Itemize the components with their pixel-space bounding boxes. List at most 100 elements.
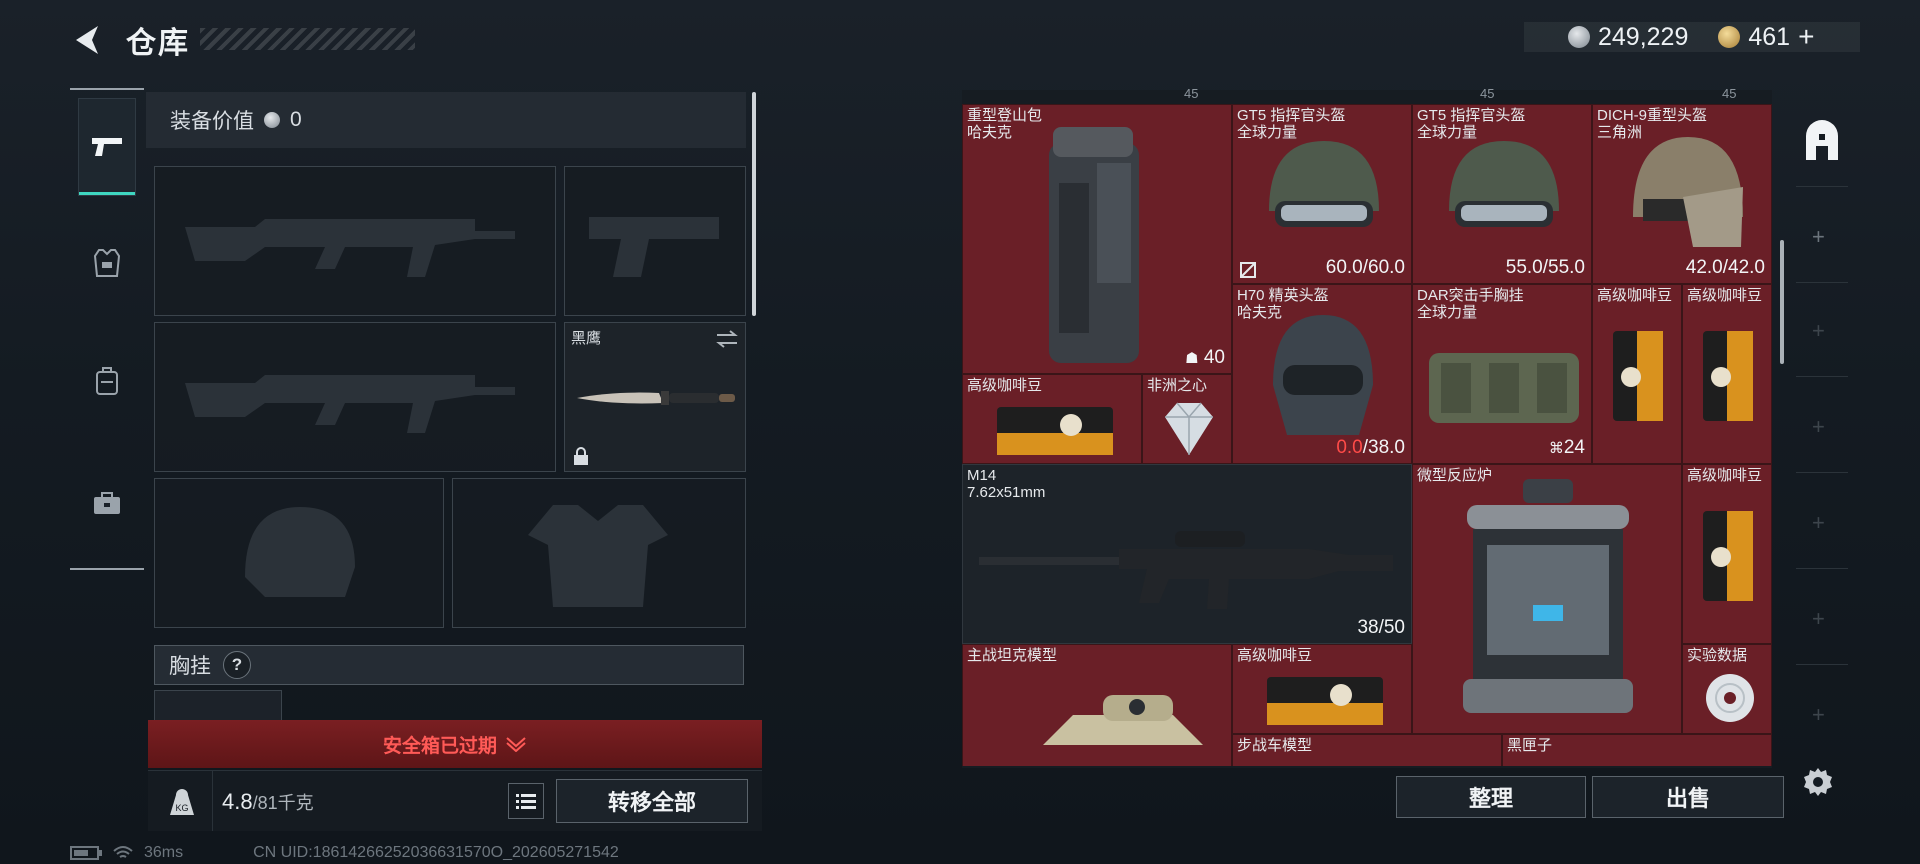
item-cell[interactable]: 高级咖啡豆	[1232, 644, 1412, 734]
helmet-silhouette-icon	[245, 507, 355, 597]
weight-current: 4.8	[222, 789, 253, 814]
page-title: 仓库	[126, 27, 190, 60]
ping-value: 36ms	[144, 844, 184, 861]
item-cell[interactable]: 重型登山包 哈夫克 ☗ 40	[962, 104, 1232, 374]
wifi-icon	[113, 846, 133, 858]
equipment-value-header: 装备价值 0	[146, 92, 746, 148]
battery-icon	[70, 846, 102, 860]
chest-rig-slot[interactable]	[154, 690, 282, 722]
disc-icon	[1706, 674, 1754, 722]
add-currency-button[interactable]: +	[1798, 21, 1814, 53]
tab-equipment[interactable]	[80, 236, 134, 290]
silver-coin-icon	[1568, 26, 1590, 48]
sell-button[interactable]: 出售	[1592, 776, 1784, 818]
inventory-footer: KG 4.8/81千克 转移全部	[148, 770, 762, 831]
reactor-icon	[1463, 479, 1633, 713]
item-cell[interactable]: 黑匣子	[1502, 734, 1772, 766]
lock-icon	[574, 447, 588, 465]
add-page-button[interactable]: +	[1812, 510, 1825, 536]
storage-home-icon[interactable]	[1800, 120, 1844, 164]
silver-amount: 249,229	[1598, 22, 1689, 51]
item-cell[interactable]: 高级咖啡豆	[962, 374, 1142, 464]
item-cell[interactable]: GT5 指挥官头盔 全球力量 55.0/55.0	[1412, 104, 1592, 284]
item-cell[interactable]: 微型反应炉	[1412, 464, 1682, 734]
equipment-value-amount: 0	[290, 108, 302, 131]
item-cell[interactable]: 实验数据	[1682, 644, 1772, 734]
item-cell[interactable]: DICH-9重型头盔 三角洲 42.0/42.0	[1592, 104, 1772, 284]
item-cell[interactable]: 高级咖啡豆	[1592, 284, 1682, 464]
helmet-item-icon	[1633, 137, 1743, 247]
no-repair-icon	[1240, 262, 1256, 278]
item-cell[interactable]: 高级咖啡豆	[1682, 464, 1772, 644]
storage-top-counts: 45 45 45	[1184, 86, 1737, 101]
helmet-slot[interactable]	[154, 478, 444, 628]
item-cell[interactable]: 非洲之心	[1142, 374, 1232, 464]
svg-text:KG: KG	[175, 803, 188, 813]
secondary-weapon-slot[interactable]	[154, 322, 556, 472]
tab-items[interactable]	[80, 476, 134, 530]
list-view-button[interactable]	[508, 783, 544, 819]
chest-rig-label: 胸挂	[169, 655, 211, 678]
weight-icon: KG	[170, 789, 194, 815]
item-cell[interactable]: GT5 指挥官头盔 全球力量 60.0/60.0	[1232, 104, 1412, 284]
title-decoration	[200, 28, 415, 50]
rifle-silhouette-icon	[185, 375, 515, 433]
status-bar: 36ms CN UID:18614266252036631570O_202605…	[70, 844, 619, 862]
melee-name: 黑鹰	[571, 330, 602, 347]
add-page-button[interactable]: +	[1812, 414, 1825, 440]
pistol-silhouette-icon	[589, 217, 719, 277]
back-arrow-icon[interactable]	[70, 22, 106, 58]
sort-button[interactable]: 整理	[1396, 776, 1586, 818]
storage-page-rail: + + + + + +	[1790, 96, 1854, 766]
coffee-bag-icon	[1703, 511, 1753, 601]
item-cell[interactable]: H70 精英头盔 哈夫克 0.0/38.0	[1232, 284, 1412, 464]
primary-weapon-slot[interactable]	[154, 166, 556, 316]
weight-max: /81千克	[252, 793, 314, 813]
tank-model-icon	[1043, 695, 1203, 745]
tab-weapons[interactable]	[78, 98, 136, 196]
category-tab-rail	[70, 88, 144, 570]
armor-slot[interactable]	[452, 478, 746, 628]
item-cell[interactable]: M14 7.62x51mm 38/50	[962, 464, 1412, 644]
melee-slot[interactable]: 黑鹰	[564, 322, 746, 472]
chevron-down-icon	[506, 737, 526, 752]
item-cell[interactable]: 高级咖啡豆	[1682, 284, 1772, 464]
backpack-item-icon	[1049, 127, 1139, 363]
gold-coin-icon	[1718, 26, 1741, 48]
diamond-icon	[1165, 402, 1213, 455]
knife-icon	[577, 391, 735, 405]
helmet-item-icon	[1273, 315, 1373, 435]
rifle-silhouette-icon	[185, 219, 515, 277]
safebox-label: 安全箱已过期	[382, 735, 497, 757]
chest-rig-item-icon	[1429, 353, 1579, 423]
tab-containers[interactable]	[80, 354, 134, 408]
add-page-button[interactable]: +	[1812, 224, 1825, 250]
transfer-all-button[interactable]: 转移全部	[556, 779, 748, 823]
coffee-bag-icon	[997, 407, 1113, 455]
item-cell[interactable]: 步战车模型	[1232, 734, 1502, 766]
helmet-item-icon	[1269, 141, 1379, 227]
add-page-button[interactable]: +	[1812, 318, 1825, 344]
swap-icon[interactable]	[715, 329, 739, 349]
add-page-button[interactable]: +	[1812, 702, 1825, 728]
chest-rig-section: 胸挂 ?	[154, 645, 744, 685]
item-cell[interactable]: DAR突击手胸挂 全球力量 ⌘24	[1412, 284, 1592, 464]
weight-readout: 4.8/81千克	[222, 789, 314, 815]
toolbox-icon	[94, 492, 120, 514]
safebox-expired-banner[interactable]: 安全箱已过期	[148, 720, 762, 768]
gold-amount: 461	[1748, 22, 1791, 51]
add-page-button[interactable]: +	[1812, 606, 1825, 632]
backpack-icon	[96, 367, 118, 395]
uid-text: CN UID:18614266252036631570O_20260527154…	[253, 844, 619, 861]
coffee-bag-icon	[1267, 677, 1383, 725]
helmet-item-icon	[1449, 141, 1559, 227]
currency-bar: 249,229 461 +	[1524, 21, 1860, 53]
coffee-bag-icon	[1613, 331, 1663, 421]
item-cell[interactable]: 主战坦克模型	[962, 644, 1232, 766]
gear-icon[interactable]	[1800, 764, 1836, 800]
armor-silhouette-icon	[528, 505, 668, 607]
equipment-scrollbar[interactable]	[752, 92, 756, 316]
storage-scrollbar[interactable]	[1780, 240, 1784, 364]
help-icon[interactable]: ?	[223, 651, 251, 679]
pistol-slot[interactable]	[564, 166, 746, 316]
